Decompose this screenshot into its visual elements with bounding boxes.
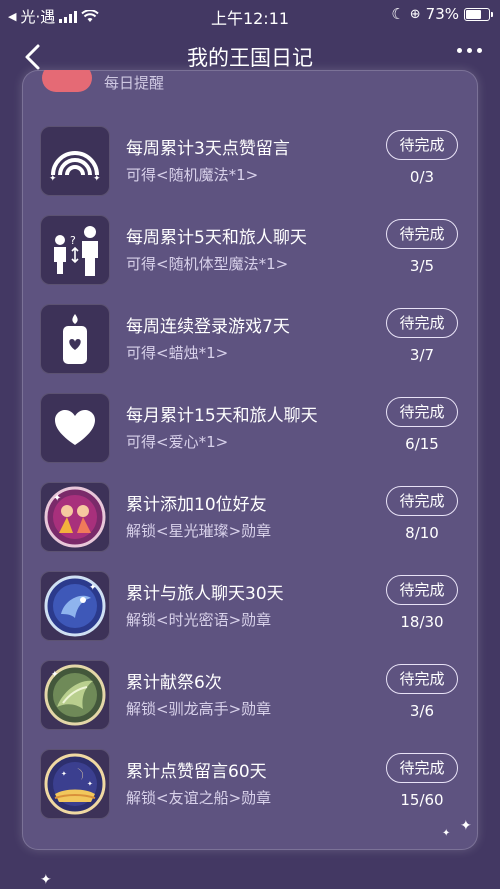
reminder-label: 每日提醒 xyxy=(104,74,165,92)
pending-button[interactable]: 待完成 xyxy=(386,308,458,338)
task-row: ✦ 累计与旅人聊天30天 解锁<时光密语>勋章 待完成 18/30 xyxy=(40,571,470,645)
dragon-master-badge-icon: ✦ xyxy=(40,660,110,730)
task-reward: 解锁<友谊之船>勋章 xyxy=(126,789,272,807)
task-reward: 可得<随机魔法*1> xyxy=(126,166,259,184)
pending-button[interactable]: 待完成 xyxy=(386,753,458,783)
status-bar: ◀ 光·遇 上午12:11 ☾ ⊕ 73% xyxy=(0,0,500,30)
pending-button[interactable]: 待完成 xyxy=(386,486,458,516)
task-progress: 8/10 xyxy=(405,524,439,542)
task-reward: 解锁<星光璀璨>勋章 xyxy=(126,522,272,540)
task-reward: 解锁<时光密语>勋章 xyxy=(126,611,272,629)
sparkle-icon: ✦ xyxy=(40,872,52,888)
svg-text:✦: ✦ xyxy=(53,493,61,504)
status-right: ☾ ⊕ 73% xyxy=(391,5,493,23)
task-row: 每月累计15天和旅人聊天 可得<爱心*1> 待完成 6/15 xyxy=(40,393,470,467)
body-type-icon: ? xyxy=(40,215,110,285)
svg-text:✦: ✦ xyxy=(93,174,101,181)
pending-button[interactable]: 待完成 xyxy=(386,130,458,160)
time-whisper-badge-icon: ✦ xyxy=(40,571,110,641)
task-row: ? 每周累计5天和旅人聊天 可得<随机体型魔法*1> 待完成 3/5 xyxy=(40,215,470,289)
svg-text:✦: ✦ xyxy=(87,780,93,788)
task-progress: 6/15 xyxy=(405,435,439,453)
task-card: 每日提醒 ✦ ✦ 每周累计3天点赞留言 可得<随机魔法*1> 待完成 0/3 ? xyxy=(22,70,478,850)
svg-text:?: ? xyxy=(70,234,76,247)
task-progress: 0/3 xyxy=(409,168,435,186)
pending-button[interactable]: 待完成 xyxy=(386,575,458,605)
task-name: 累计添加10位好友 xyxy=(126,495,267,515)
task-progress: 3/5 xyxy=(409,257,435,275)
battery-fill xyxy=(466,9,481,19)
more-options-icon[interactable] xyxy=(457,48,482,53)
task-name: 累计献祭6次 xyxy=(126,673,222,693)
task-progress: 18/30 xyxy=(400,613,444,631)
task-row: ✦ 累计献祭6次 解锁<驯龙高手>勋章 待完成 3/6 xyxy=(40,660,470,734)
svg-text:✦: ✦ xyxy=(89,583,97,593)
task-name: 累计点赞留言60天 xyxy=(126,762,267,782)
task-name: 每周累计5天和旅人聊天 xyxy=(126,228,307,248)
task-progress: 3/6 xyxy=(409,702,435,720)
task-row: 每周连续登录游戏7天 可得<蜡烛*1> 待完成 3/7 xyxy=(40,304,470,378)
starlight-badge-icon: ✦ xyxy=(40,482,110,552)
rainbow-icon: ✦ ✦ xyxy=(40,126,110,196)
task-name: 每周连续登录游戏7天 xyxy=(126,317,290,337)
task-row: ✦ ✦ 累计点赞留言60天 解锁<友谊之船>勋章 待完成 15/60 xyxy=(40,749,470,823)
candle-icon xyxy=(40,304,110,374)
pending-button[interactable]: 待完成 xyxy=(386,219,458,249)
task-reward: 解锁<驯龙高手>勋章 xyxy=(126,700,272,718)
page-title: 我的王国日记 xyxy=(187,46,313,70)
sparkle-icon: ✦ xyxy=(460,818,472,834)
svg-text:✦: ✦ xyxy=(51,670,59,680)
moon-icon: ☾ xyxy=(391,5,405,23)
pending-button[interactable]: 待完成 xyxy=(386,664,458,694)
task-progress: 15/60 xyxy=(400,791,444,809)
battery-percent: 73% xyxy=(425,5,459,23)
pending-button[interactable]: 待完成 xyxy=(386,397,458,427)
svg-text:✦: ✦ xyxy=(61,770,67,778)
battery-icon xyxy=(464,7,493,21)
task-name: 累计与旅人聊天30天 xyxy=(126,584,284,604)
orientation-lock-icon: ⊕ xyxy=(409,6,421,22)
task-reward: 可得<蜡烛*1> xyxy=(126,344,229,362)
task-name: 每月累计15天和旅人聊天 xyxy=(126,406,318,426)
task-reward: 可得<爱心*1> xyxy=(126,433,229,451)
heart-icon xyxy=(40,393,110,463)
task-name: 每周累计3天点赞留言 xyxy=(126,139,290,159)
task-row: ✦ ✦ 每周累计3天点赞留言 可得<随机魔法*1> 待完成 0/3 xyxy=(40,126,470,200)
friendship-ship-badge-icon: ✦ ✦ xyxy=(40,749,110,819)
svg-text:✦: ✦ xyxy=(49,174,57,181)
reminder-toggle[interactable] xyxy=(42,70,92,92)
sparkle-icon: ✦ xyxy=(442,828,451,839)
task-reward: 可得<随机体型魔法*1> xyxy=(126,255,289,273)
task-row: ✦ 累计添加10位好友 解锁<星光璀璨>勋章 待完成 8/10 xyxy=(40,482,470,556)
task-progress: 3/7 xyxy=(409,346,435,364)
